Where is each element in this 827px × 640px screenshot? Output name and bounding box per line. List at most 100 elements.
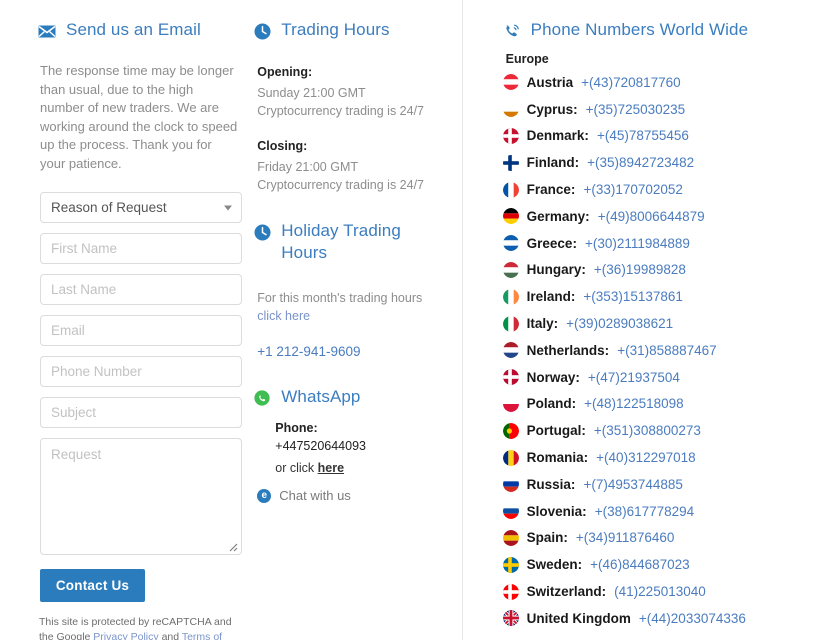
- country-phone-number[interactable]: +(47)21937504: [588, 370, 680, 385]
- subject-placeholder: Subject: [51, 405, 97, 420]
- country-phone-number[interactable]: +(38)617778294: [595, 504, 694, 519]
- country-phone-number[interactable]: +(49)8006644879: [598, 209, 705, 224]
- country-name: Austria: [526, 74, 574, 90]
- country-name: Netherlands:: [526, 342, 610, 358]
- country-phone-number[interactable]: +(36)19989828: [594, 262, 686, 277]
- phone-list-item: Cyprus: +(35)725030235: [502, 96, 827, 123]
- phone-list-item: Netherlands: +(31)858887467: [502, 337, 827, 364]
- country-name: Ireland:: [526, 289, 576, 305]
- country-phone-number[interactable]: +(46)844687023: [590, 557, 689, 572]
- phone-list-item: Hungary: +(36)19989828: [502, 257, 827, 284]
- country-name: Slovenia:: [526, 503, 587, 519]
- flag-denmark-icon: [502, 127, 519, 144]
- whatsapp-phone-value[interactable]: +447520644093: [275, 437, 446, 455]
- country-phone-number[interactable]: +(35)8942723482: [587, 155, 694, 170]
- holiday-trading-hours-heading: Holiday Trading Hours: [253, 220, 403, 264]
- opening-value: Sunday 21:00 GMT Cryptocurrency trading …: [257, 86, 425, 118]
- flag-greece-icon: [502, 235, 519, 252]
- first-name-input[interactable]: First Name: [40, 233, 242, 264]
- flag-spain-icon: [502, 529, 519, 546]
- chevron-down-icon: [224, 205, 232, 210]
- or-click-text: or click: [275, 461, 318, 475]
- phone-list-item: Finland: +(35)8942723482: [502, 149, 827, 176]
- email-heading-label: Send us an Email: [66, 20, 201, 39]
- contact-us-button[interactable]: Contact Us: [40, 569, 145, 602]
- country-phone-number[interactable]: +(34)911876460: [576, 530, 674, 545]
- country-phone-number[interactable]: +(31)858887467: [617, 343, 716, 358]
- click-here-link[interactable]: click here: [257, 309, 310, 323]
- whatsapp-or-click: or click here: [275, 459, 446, 477]
- country-phone-number[interactable]: +(45)78755456: [597, 128, 689, 143]
- recaptcha-notice: This site is protected by reCAPTCHA and …: [39, 615, 234, 640]
- privacy-policy-link[interactable]: Privacy Policy: [93, 631, 158, 640]
- holiday-note-prefix: For this month's trading hours: [257, 291, 423, 305]
- whatsapp-heading: WhatsApp: [253, 386, 446, 408]
- country-phone-number[interactable]: +(35)725030235: [586, 102, 685, 117]
- flag-germany-icon: [502, 208, 519, 225]
- country-phone-number[interactable]: (41)225013040: [614, 584, 706, 599]
- phone-list-item: Poland: +(48)122518098: [502, 391, 827, 418]
- country-phone-number[interactable]: +(30)2111984889: [585, 236, 690, 251]
- country-name: Cyprus:: [526, 101, 578, 117]
- envelope-icon: [38, 22, 56, 40]
- resize-handle-icon[interactable]: [226, 540, 238, 552]
- phone-list-item: Slovenia: +(38)617778294: [502, 498, 827, 525]
- trading-hours-column: Trading Hours Opening: Sunday 21:00 GMT …: [248, 0, 456, 640]
- closing-label: Closing:: [257, 139, 308, 153]
- contact-us-label: Contact Us: [55, 578, 130, 593]
- flag-switzerland-icon: [502, 583, 519, 600]
- request-placeholder: Request: [51, 447, 102, 462]
- subject-input[interactable]: Subject: [40, 397, 242, 428]
- country-name: France:: [526, 182, 576, 198]
- phone-numbers-column: Phone Numbers World Wide Europe Austria +…: [463, 0, 827, 640]
- country-phone-number[interactable]: +(39)0289038621: [566, 316, 673, 331]
- support-phone-number[interactable]: +1 212-941-9609: [257, 344, 446, 359]
- trading-hours-heading: Trading Hours: [253, 19, 446, 41]
- flag-cyprus-icon: [502, 101, 519, 118]
- region-label-europe: Europe: [505, 52, 549, 66]
- country-phone-number[interactable]: +(351)308800273: [594, 423, 701, 438]
- flag-sweden-icon: [502, 556, 519, 573]
- phone-list-item: Greece: +(30)2111984889: [502, 230, 827, 257]
- flag-ireland-icon: [502, 288, 519, 305]
- phone-list-item: Norway: +(47)21937504: [502, 364, 827, 391]
- closing-value: Friday 21:00 GMT Cryptocurrency trading …: [257, 160, 425, 192]
- reason-of-request-select[interactable]: Reason of Request: [40, 192, 242, 223]
- flag-italy-icon: [502, 315, 519, 332]
- request-textarea[interactable]: Request: [40, 438, 242, 555]
- country-phone-number[interactable]: +(40)312297018: [596, 450, 695, 465]
- country-name: Denmark:: [526, 128, 589, 144]
- country-name: Romania:: [526, 450, 589, 466]
- contact-form: Reason of Request First Name Last Name E…: [40, 192, 242, 602]
- phone-number-input[interactable]: Phone Number: [40, 356, 242, 387]
- phone-list-item: Ireland: +(353)15137861: [502, 283, 827, 310]
- last-name-placeholder: Last Name: [51, 282, 117, 297]
- phone-list-item: Spain: +(34)911876460: [502, 525, 827, 552]
- country-phone-number[interactable]: +(33)170702052: [583, 182, 682, 197]
- phone-list-item: Romania: +(40)312297018: [502, 444, 827, 471]
- flag-france-icon: [502, 181, 519, 198]
- chat-with-us-button[interactable]: e Chat with us: [257, 488, 446, 503]
- contact-page: Send us an Email The response time may b…: [0, 0, 827, 640]
- last-name-input[interactable]: Last Name: [40, 274, 242, 305]
- country-phone-number[interactable]: +(48)122518098: [584, 396, 683, 411]
- clock-icon: [253, 22, 271, 40]
- phone-list-item: Portugal: +(351)308800273: [502, 417, 827, 444]
- email-input[interactable]: Email: [40, 315, 242, 346]
- country-name: Sweden:: [526, 557, 583, 573]
- whatsapp-icon: [253, 389, 271, 407]
- country-name: Italy:: [526, 316, 559, 332]
- country-name: Switzerland:: [526, 584, 607, 600]
- flag-united-kingdom-icon: [502, 610, 519, 627]
- whatsapp-here-link[interactable]: here: [318, 461, 344, 475]
- country-phone-number[interactable]: +(43)720817760: [581, 75, 680, 90]
- chat-with-us-label: Chat with us: [279, 488, 351, 503]
- flag-slovenia-icon: [502, 503, 519, 520]
- country-phone-number[interactable]: +(353)15137861: [583, 289, 682, 304]
- phone-list-item: Sweden: +(46)844687023: [502, 551, 827, 578]
- phone-icon: [503, 22, 521, 40]
- flag-poland-icon: [502, 395, 519, 412]
- phone-list-item: Germany: +(49)8006644879: [502, 203, 827, 230]
- country-phone-number[interactable]: +(44)2033074336: [639, 611, 746, 626]
- country-phone-number[interactable]: +(7)4953744885: [583, 477, 682, 492]
